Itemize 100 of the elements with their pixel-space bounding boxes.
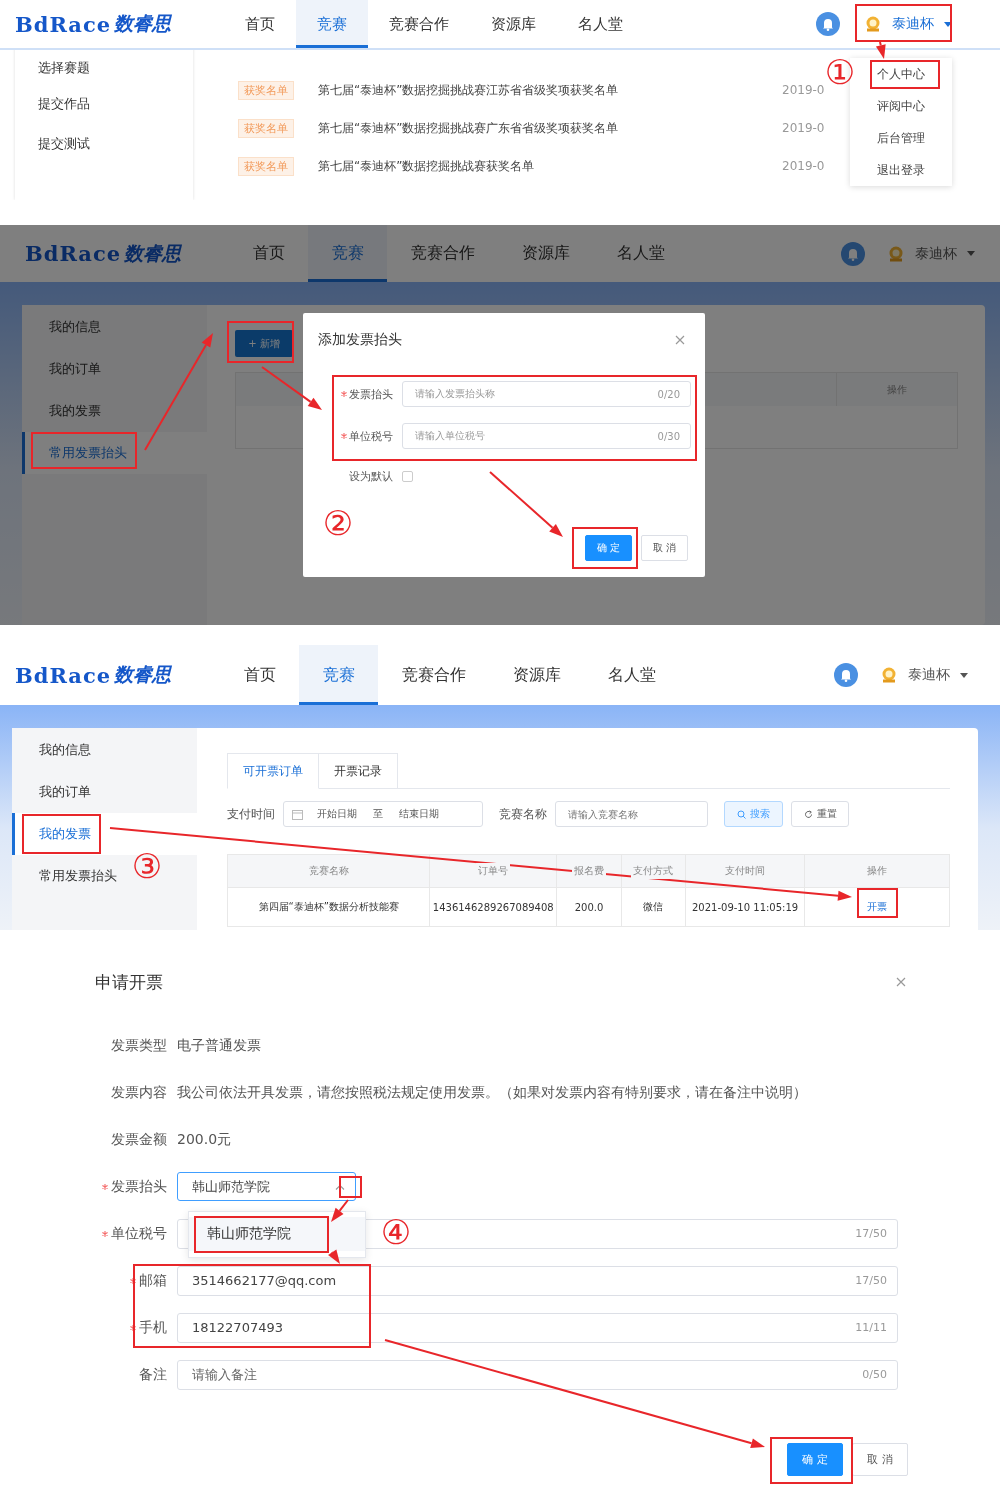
field-value: 我公司依法开具发票，请您按照税法规定使用发票。（如果对发票内容有特别要求，请在备注中说明） xyxy=(177,1083,807,1102)
nav-tab[interactable]: 资源库 xyxy=(470,0,557,48)
character-count: 17/50 xyxy=(855,1227,887,1240)
nav-tab[interactable]: 资源库 xyxy=(498,225,593,282)
sidebar-item[interactable]: 我的发票 xyxy=(39,825,91,843)
nav-tab[interactable]: 竞赛 xyxy=(296,0,368,48)
nav-tab[interactable]: 首页 xyxy=(229,225,308,282)
logo-wordmark[interactable]: 数睿思 xyxy=(114,662,172,688)
search-icon xyxy=(737,809,746,819)
nav-tab[interactable]: 名人堂 xyxy=(593,225,688,282)
sidebar-item[interactable]: 提交测试 xyxy=(15,124,193,165)
sidebar-item[interactable]: 我的发票 xyxy=(49,402,101,420)
arrow xyxy=(331,1199,349,1222)
news-title[interactable]: 第七届“泰迪杯”数据挖掘挑战赛广东省省级奖项获奖名单 xyxy=(318,119,782,137)
highlight-frame xyxy=(870,60,940,89)
field-value: 电子普通发票 xyxy=(177,1036,261,1055)
checkbox[interactable] xyxy=(402,470,413,482)
select-field[interactable]: 韩山师范学院 xyxy=(177,1172,356,1201)
logo-wordmark[interactable]: BdRace xyxy=(15,662,112,688)
sidebar-item[interactable]: 我的订单 xyxy=(49,360,101,378)
nav-tab[interactable]: 竞赛合作 xyxy=(378,645,489,705)
sidebar-item[interactable]: 提交作品 xyxy=(15,83,193,124)
nav-tab[interactable]: 首页 xyxy=(220,645,299,705)
column-header: 订单号 xyxy=(476,863,511,879)
column-header: 竞赛名称 xyxy=(306,863,351,879)
tab[interactable]: 开票记录 xyxy=(319,753,398,788)
bell-icon[interactable] xyxy=(841,241,865,266)
field-label: 邮箱 xyxy=(139,1271,167,1290)
highlight-frame xyxy=(572,527,638,569)
field-label: 备注 xyxy=(139,1365,167,1384)
step-number: ② xyxy=(322,506,354,540)
caret-icon[interactable] xyxy=(960,672,968,678)
field-label: 发票抬头 xyxy=(349,386,393,402)
sidebar-item[interactable]: 选择赛题 xyxy=(15,52,193,84)
cancel-button[interactable]: 取 消 xyxy=(641,535,688,561)
caret-icon[interactable] xyxy=(944,21,952,27)
user-name[interactable]: 泰迪杯 xyxy=(908,666,950,684)
user-name[interactable]: 泰迪杯 xyxy=(892,15,934,33)
refresh-icon xyxy=(803,809,813,819)
dropdown-option[interactable]: 韩山师范学院 xyxy=(189,1217,365,1251)
reset-button[interactable]: 重置 xyxy=(791,801,849,827)
sidebar-item[interactable]: 我的信息 xyxy=(49,318,101,336)
calendar-icon xyxy=(292,808,303,820)
tab[interactable]: 可开票订单 xyxy=(227,753,319,789)
bell-icon[interactable] xyxy=(816,12,840,36)
dialog-title: 申请开票 xyxy=(95,970,163,994)
medal-icon xyxy=(887,244,905,263)
issue-invoice-link[interactable]: 开票 xyxy=(867,900,888,914)
field-value: 200.0元 xyxy=(177,1130,232,1149)
field-label: 发票内容 xyxy=(111,1083,167,1102)
sidebar-item[interactable]: 常用发票抬头 xyxy=(39,867,117,885)
nav-tab[interactable]: 竞赛合作 xyxy=(387,225,498,282)
nav-tab[interactable]: 名人堂 xyxy=(584,645,679,705)
column-header: 操作 xyxy=(865,863,890,879)
news-title[interactable]: 第七届“泰迪杯”数据挖掘挑战赛江苏省省级奖项获奖名单 xyxy=(318,81,782,99)
bell-icon[interactable] xyxy=(834,663,858,687)
table-cell: 1436146289267089408 xyxy=(430,888,558,926)
input-field[interactable]: 请输入备注 0/50 xyxy=(177,1359,898,1390)
field-label: 单位税号 xyxy=(349,428,393,444)
column-header: 支付方式 xyxy=(631,863,676,879)
column-header: 报名费 xyxy=(572,863,606,879)
sidebar-item[interactable]: 我的订单 xyxy=(39,783,91,801)
caret-icon[interactable] xyxy=(967,251,975,256)
input-field[interactable]: 3514662177@qq.com 17/50 xyxy=(177,1265,898,1296)
logo-wordmark[interactable]: 数睿思 xyxy=(114,11,172,37)
field-label: 发票金额 xyxy=(111,1130,167,1149)
table-cell: 微信 xyxy=(621,888,686,926)
character-count: 17/50 xyxy=(855,1274,887,1287)
nav-tab[interactable]: 资源库 xyxy=(489,645,584,705)
news-date: 2019-0 xyxy=(782,83,825,97)
checkbox-label: 设为默认 xyxy=(349,468,393,484)
user-name[interactable]: 泰迪杯 xyxy=(915,244,957,263)
table-cell: 第四届“泰迪杯”数据分析技能赛 xyxy=(228,888,431,926)
field-label: 发票类型 xyxy=(111,1036,167,1055)
input-field[interactable]: 请输入竞赛名称 xyxy=(555,801,708,827)
arrow xyxy=(875,41,886,59)
news-title[interactable]: 第七届“泰迪杯”数据挖掘挑战赛获奖名单 xyxy=(318,157,782,175)
logo-wordmark[interactable]: BdRace xyxy=(15,11,112,37)
cancel-button[interactable]: 取 消 xyxy=(852,1443,908,1476)
arrow xyxy=(328,1249,340,1264)
nav-tab[interactable]: 名人堂 xyxy=(557,0,644,48)
dialog-title: 添加发票抬头 xyxy=(318,331,402,349)
nav-tab[interactable]: 首页 xyxy=(224,0,296,48)
close-icon[interactable] xyxy=(675,335,685,345)
menu-item[interactable]: 后台管理 xyxy=(850,122,952,154)
input-field[interactable]: 18122707493 11/11 xyxy=(177,1312,898,1343)
nav-tab[interactable]: 竞赛合作 xyxy=(368,0,470,48)
highlight-frame xyxy=(339,1176,362,1198)
date-range-field[interactable]: 开始日期 至 结束日期 xyxy=(283,801,483,827)
close-icon[interactable] xyxy=(896,977,906,987)
step-number: ① xyxy=(824,55,856,89)
arrow xyxy=(261,366,322,410)
menu-item[interactable]: 退出登录 xyxy=(850,154,952,186)
sidebar-item[interactable]: 我的信息 xyxy=(39,741,91,759)
column-header: 支付时间 xyxy=(723,863,768,879)
filter-label: 竞赛名称 xyxy=(499,805,547,823)
character-count: 11/11 xyxy=(855,1321,887,1334)
tag: 获奖名单 xyxy=(238,80,294,100)
menu-item[interactable]: 评阅中心 xyxy=(850,90,952,122)
nav-tab[interactable]: 竞赛 xyxy=(299,645,378,705)
